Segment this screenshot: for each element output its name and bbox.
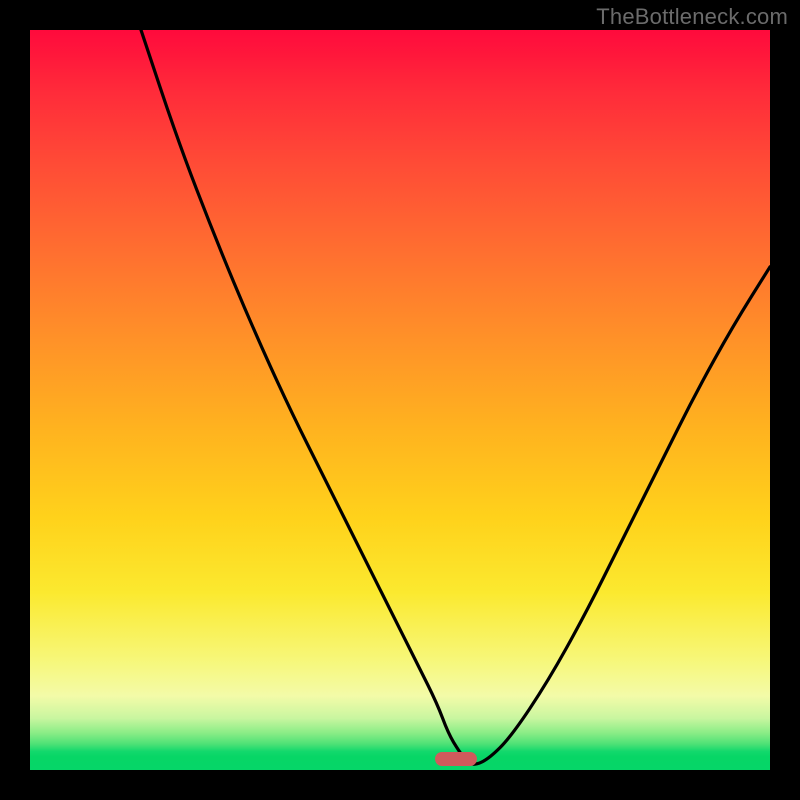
plot-area	[30, 30, 770, 770]
watermark-text: TheBottleneck.com	[596, 4, 788, 30]
chart-frame: TheBottleneck.com	[0, 0, 800, 800]
curve-path	[141, 30, 770, 764]
bottleneck-curve	[30, 30, 770, 770]
optimal-marker-pill	[435, 752, 477, 766]
